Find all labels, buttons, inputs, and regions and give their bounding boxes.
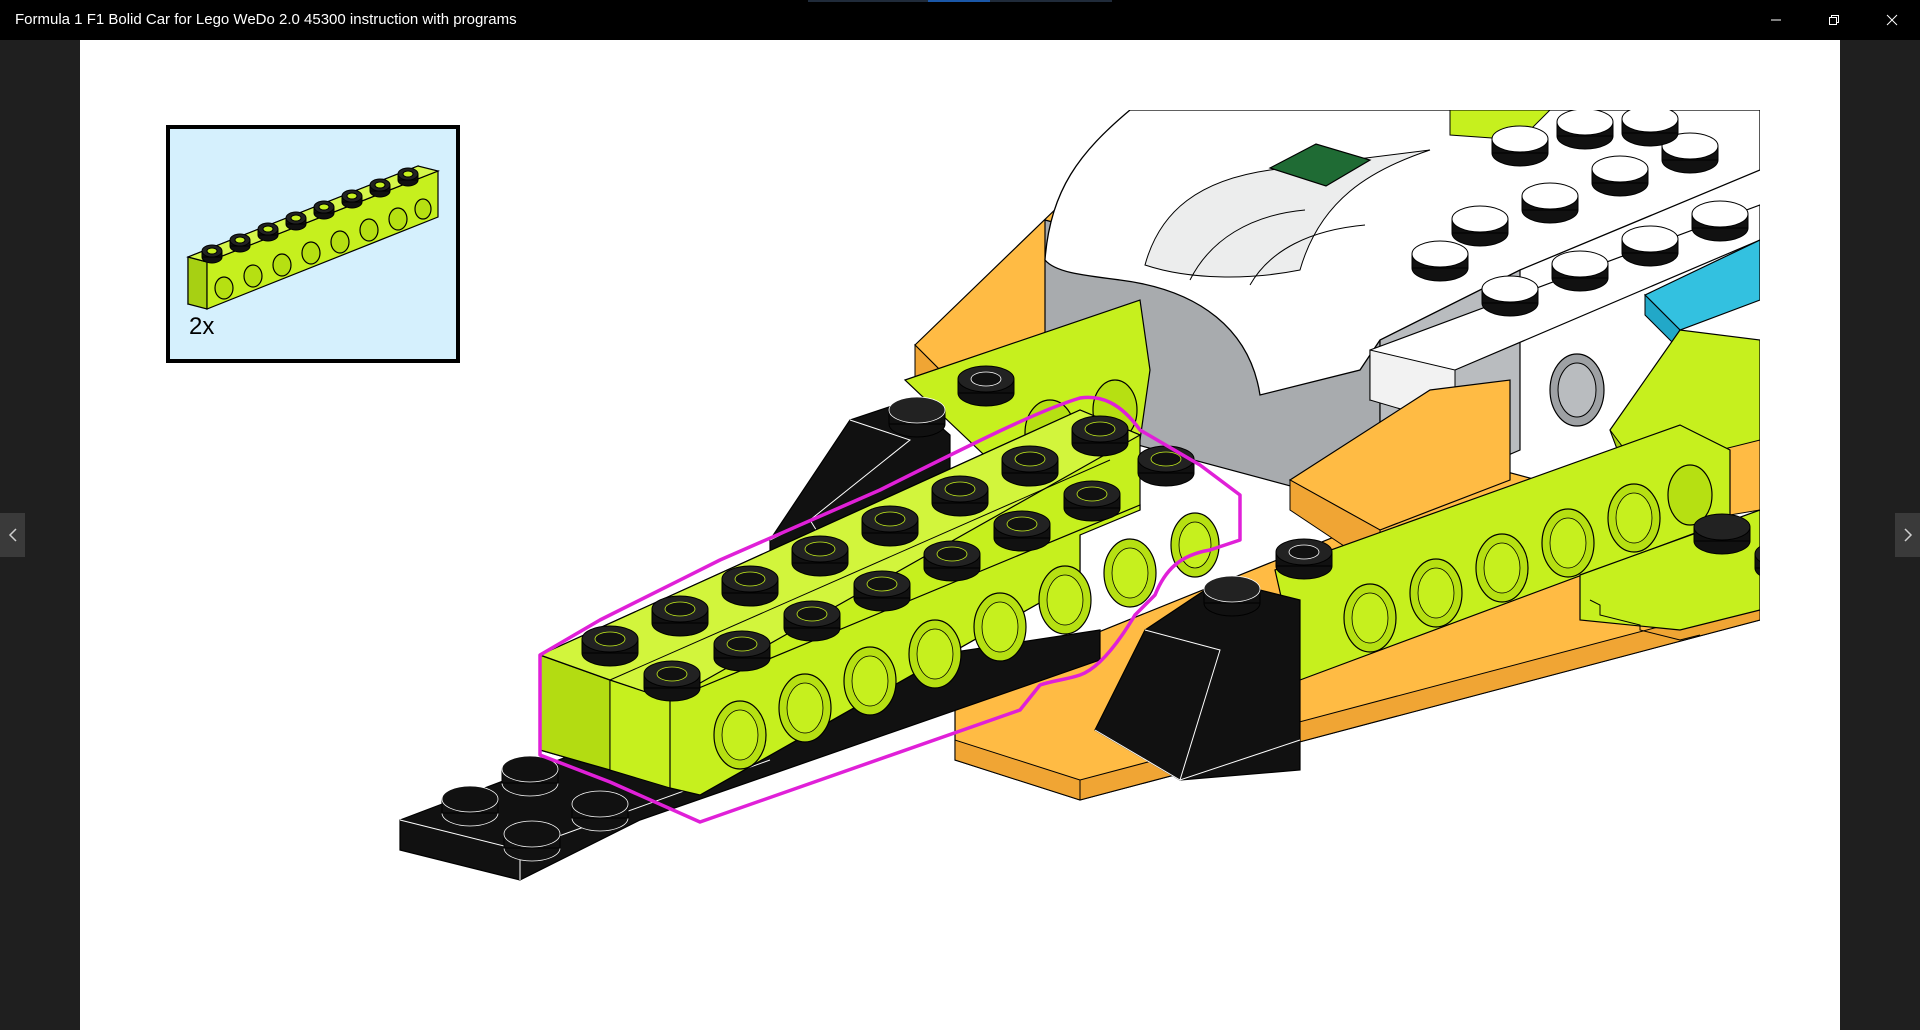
minimize-button[interactable] (1747, 0, 1805, 40)
top-indicator-accent (928, 0, 990, 2)
chevron-left-icon (8, 528, 17, 542)
restore-button[interactable] (1805, 0, 1863, 40)
instruction-page: 2x (80, 40, 1840, 1030)
minimize-icon (1771, 19, 1781, 21)
close-icon (1886, 14, 1898, 26)
close-button[interactable] (1863, 0, 1920, 40)
restore-icon (1829, 15, 1839, 25)
chevron-right-icon (1903, 528, 1912, 542)
model-assembly-illustration (399, 40, 1840, 1030)
viewer-window: Formula 1 F1 Bolid Car for Lego WeDo 2.0… (0, 0, 1920, 1030)
title-bar: Formula 1 F1 Bolid Car for Lego WeDo 2.0… (0, 0, 1920, 40)
window-title: Formula 1 F1 Bolid Car for Lego WeDo 2.0… (15, 11, 517, 28)
next-page-button[interactable] (1895, 513, 1920, 557)
previous-page-button[interactable] (0, 513, 25, 557)
top-indicator-strip (808, 0, 1112, 2)
